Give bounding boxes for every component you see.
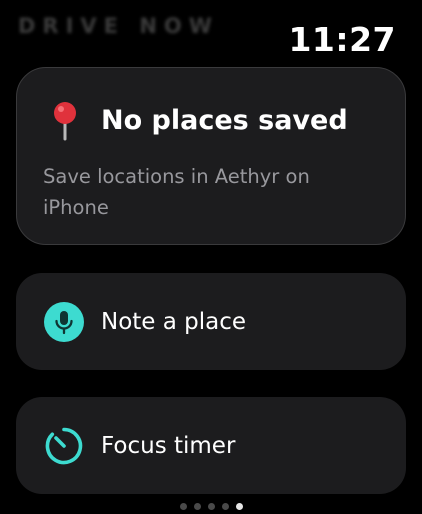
- previous-page-title: DRIVE NOW: [18, 14, 219, 38]
- pin-icon: [54, 102, 76, 141]
- microphone-icon: [44, 301, 84, 342]
- page-indicator: [0, 503, 422, 510]
- places-title: No places saved: [101, 104, 348, 136]
- clock-time: 11:27: [288, 20, 396, 59]
- timer-icon: [45, 427, 83, 464]
- places-subtitle: Save locations in Aethyr on iPhone: [43, 165, 310, 219]
- page-dot: [221, 503, 229, 510]
- focus-timer-label: Focus timer: [101, 432, 236, 459]
- no-places-card: No places saved Save locations in Aethyr…: [16, 67, 406, 245]
- page-dot-active: [235, 503, 243, 510]
- page-dot: [193, 503, 201, 510]
- note-a-place-button[interactable]: Note a place: [16, 273, 406, 370]
- page-dot: [207, 503, 215, 510]
- places-header: No places saved: [43, 98, 348, 142]
- page-dot: [179, 503, 187, 510]
- note-a-place-label: Note a place: [101, 308, 247, 335]
- focus-timer-button[interactable]: Focus timer: [16, 397, 406, 494]
